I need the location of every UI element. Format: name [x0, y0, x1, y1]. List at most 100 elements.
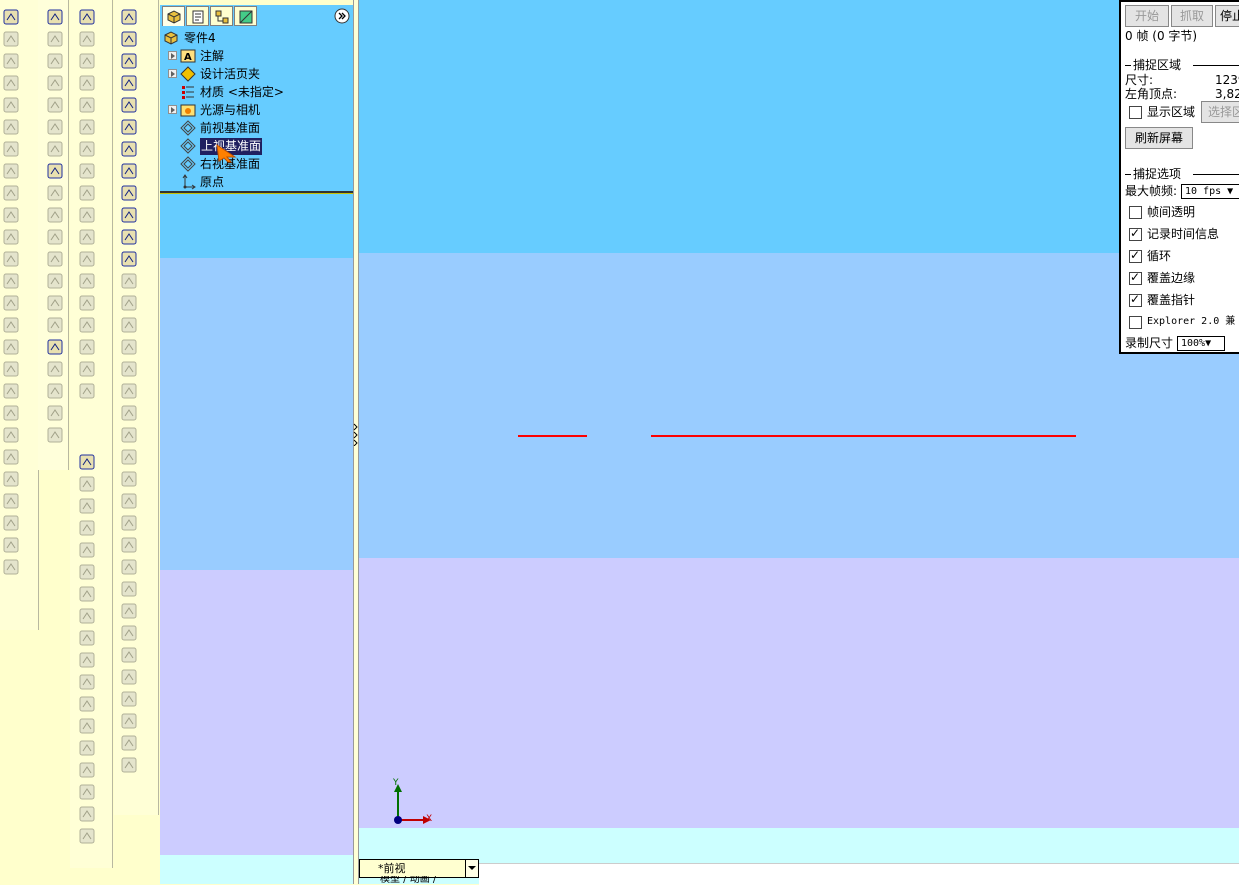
feature-tool-icon[interactable]: [79, 542, 95, 558]
feature-tool-icon[interactable]: [79, 828, 95, 844]
feature-tool-icon[interactable]: [79, 75, 95, 91]
sketch-tool-icon[interactable]: [121, 647, 137, 663]
feature-tool-icon[interactable]: [79, 317, 95, 333]
feature-tool-icon[interactable]: [79, 383, 95, 399]
feature-tool-icon[interactable]: [3, 295, 19, 311]
feature-tool-icon[interactable]: [47, 339, 63, 355]
feature-tool-icon[interactable]: [47, 53, 63, 69]
record-size-select[interactable]: 100%▼: [1177, 336, 1225, 351]
feature-tool-icon[interactable]: [3, 427, 19, 443]
feature-tool-icon[interactable]: [79, 608, 95, 624]
feature-tool-icon[interactable]: [47, 75, 63, 91]
expand-toggle-icon[interactable]: [168, 51, 177, 60]
sketch-tool-icon[interactable]: [121, 141, 137, 157]
feature-tool-icon[interactable]: [47, 9, 63, 25]
feature-tool-icon[interactable]: [3, 317, 19, 333]
feature-tool-icon[interactable]: [47, 273, 63, 289]
feature-tool-icon[interactable]: [79, 207, 95, 223]
sketch-tool-icon[interactable]: [121, 427, 137, 443]
feature-tool-icon[interactable]: [79, 9, 95, 25]
record-timing-checkbox[interactable]: [1129, 226, 1142, 241]
loop-checkbox[interactable]: [1129, 248, 1142, 263]
feature-tool-icon[interactable]: [47, 383, 63, 399]
sketch-tool-icon[interactable]: [121, 383, 137, 399]
feature-tool-icon[interactable]: [3, 251, 19, 267]
sketch-tool-icon[interactable]: [121, 75, 137, 91]
feature-tool-icon[interactable]: [3, 97, 19, 113]
feature-tool-icon[interactable]: [3, 53, 19, 69]
feature-tool-icon[interactable]: [3, 361, 19, 377]
sketch-tool-icon[interactable]: [121, 581, 137, 597]
feature-tool-icon[interactable]: [3, 273, 19, 289]
feature-tool-icon[interactable]: [3, 207, 19, 223]
sketch-tool-icon[interactable]: [121, 537, 137, 553]
sketch-tool-icon[interactable]: [121, 97, 137, 113]
start-button[interactable]: 开始: [1125, 5, 1169, 27]
feature-tool-icon[interactable]: [79, 652, 95, 668]
feature-tool-icon[interactable]: [47, 207, 63, 223]
feature-tool-icon[interactable]: [47, 31, 63, 47]
sketch-tool-icon[interactable]: [121, 53, 137, 69]
feature-tool-icon[interactable]: [47, 405, 63, 421]
feature-tool-icon[interactable]: [79, 674, 95, 690]
feature-tool-icon[interactable]: [3, 559, 19, 575]
sketch-tool-icon[interactable]: [121, 273, 137, 289]
sketch-tool-icon[interactable]: [121, 691, 137, 707]
feature-tool-icon[interactable]: [47, 295, 63, 311]
show-region-checkbox[interactable]: [1129, 106, 1142, 119]
chevron-down-icon[interactable]: [465, 860, 478, 877]
feature-tool-icon[interactable]: [47, 163, 63, 179]
sketch-tool-icon[interactable]: [121, 735, 137, 751]
sketch-tool-icon[interactable]: [121, 207, 137, 223]
grab-button[interactable]: 抓取: [1171, 5, 1213, 27]
sketch-lines[interactable]: [359, 0, 1239, 884]
graphics-area[interactable]: Y X: [359, 0, 1239, 884]
stop-button[interactable]: 停止: [1215, 5, 1239, 27]
sketch-tool-icon[interactable]: [121, 119, 137, 135]
feature-tool-icon[interactable]: [3, 537, 19, 553]
feature-tool-icon[interactable]: [3, 339, 19, 355]
sketch-tool-icon[interactable]: [121, 295, 137, 311]
feature-tool-icon[interactable]: [79, 454, 95, 470]
select-region-button[interactable]: 选择区: [1201, 101, 1239, 123]
sketch-tool-icon[interactable]: [121, 449, 137, 465]
configuration-manager-tab[interactable]: [210, 6, 233, 26]
feature-tool-icon[interactable]: [79, 762, 95, 778]
feature-tool-icon[interactable]: [79, 53, 95, 69]
sketch-tool-icon[interactable]: [121, 229, 137, 245]
feature-tool-icon[interactable]: [47, 97, 63, 113]
feature-tool-icon[interactable]: [3, 75, 19, 91]
sketch-tool-icon[interactable]: [121, 603, 137, 619]
sketch-tool-icon[interactable]: [121, 757, 137, 773]
feature-tool-icon[interactable]: [3, 141, 19, 157]
max-fps-select[interactable]: 10 fps ▼: [1181, 184, 1239, 199]
feature-tool-icon[interactable]: [3, 119, 19, 135]
feature-tool-icon[interactable]: [3, 493, 19, 509]
feature-tool-icon[interactable]: [47, 229, 63, 245]
interframe-transparency-checkbox[interactable]: [1129, 206, 1142, 219]
feature-tool-icon[interactable]: [79, 520, 95, 536]
feature-tool-icon[interactable]: [79, 498, 95, 514]
feature-tool-icon[interactable]: [79, 97, 95, 113]
sketch-tool-icon[interactable]: [121, 163, 137, 179]
sketch-tool-icon[interactable]: [121, 361, 137, 377]
sketch-tool-icon[interactable]: [121, 669, 137, 685]
feature-tool-icon[interactable]: [47, 141, 63, 157]
feature-tool-icon[interactable]: [79, 163, 95, 179]
feature-tool-icon[interactable]: [79, 295, 95, 311]
feature-tool-icon[interactable]: [47, 185, 63, 201]
explorer-compat-checkbox[interactable]: [1129, 316, 1142, 329]
feature-tool-icon[interactable]: [79, 630, 95, 646]
feature-tool-icon[interactable]: [79, 696, 95, 712]
feature-tool-icon[interactable]: [79, 784, 95, 800]
feature-tool-icon[interactable]: [79, 31, 95, 47]
feature-tool-icon[interactable]: [3, 163, 19, 179]
feature-tool-icon[interactable]: [79, 806, 95, 822]
sketch-tool-icon[interactable]: [121, 31, 137, 47]
feature-tool-icon[interactable]: [47, 251, 63, 267]
feature-tool-icon[interactable]: [79, 740, 95, 756]
feature-tool-icon[interactable]: [3, 449, 19, 465]
feature-tool-icon[interactable]: [3, 31, 19, 47]
feature-tool-icon[interactable]: [47, 427, 63, 443]
feature-tool-icon[interactable]: [3, 405, 19, 421]
